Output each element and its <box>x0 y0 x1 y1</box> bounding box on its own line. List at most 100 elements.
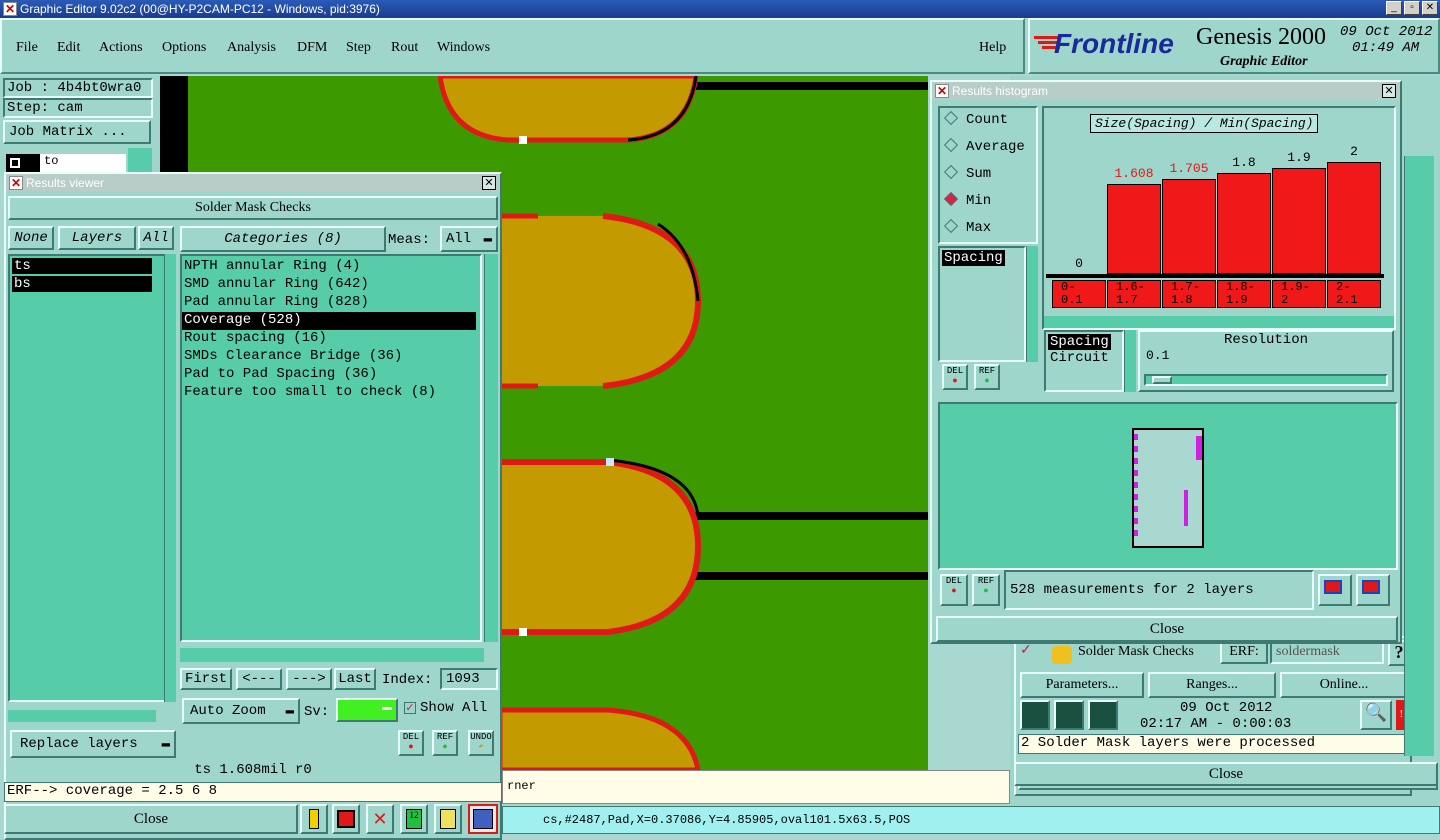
histogram-bar[interactable] <box>1327 162 1381 274</box>
layer-selector[interactable]: to <box>6 154 126 172</box>
histogram-bar[interactable] <box>1217 173 1271 274</box>
meas-value: All <box>446 231 472 247</box>
categories-hscrollbar[interactable] <box>180 648 484 662</box>
histogram-bar[interactable] <box>1162 179 1216 274</box>
maximize-button[interactable]: ▫ <box>1404 1 1420 15</box>
series-scrollbar[interactable] <box>1124 330 1136 392</box>
toolbar-icon-2[interactable] <box>332 804 360 834</box>
meas-dropdown[interactable]: All ▬ <box>440 226 498 252</box>
list-item[interactable]: NPTH annular Ring (4) <box>182 258 480 276</box>
menu-help[interactable]: Help <box>979 40 1006 56</box>
layer-to-field[interactable]: to <box>40 154 126 172</box>
series-list[interactable]: Spacing Circuit <box>1044 330 1124 392</box>
close-window-button[interactable]: ✕ <box>1422 1 1438 15</box>
list-item[interactable]: bs <box>12 276 152 292</box>
list-item-selected[interactable]: Spacing <box>1048 334 1111 350</box>
auto-zoom-label: Auto Zoom <box>190 703 266 719</box>
close-icon[interactable]: ✕ <box>482 176 496 190</box>
auto-zoom-dropdown[interactable]: Auto Zoom ▬ <box>182 698 300 724</box>
none-button[interactable]: None <box>8 226 54 250</box>
del-button[interactable]: DEL ● <box>398 730 424 756</box>
layer-checkbox[interactable] <box>10 158 20 168</box>
layers-button[interactable]: Layers <box>58 226 136 250</box>
expand-icon[interactable] <box>1318 574 1352 606</box>
toolbar-icon-3[interactable]: ✕ <box>366 804 394 834</box>
slider-thumb[interactable] <box>1152 376 1172 384</box>
preview-del-button[interactable]: DEL ● <box>940 574 968 606</box>
zoom-icon[interactable]: 🔍 <box>1360 700 1392 730</box>
list-item[interactable]: Pad annular Ring (828) <box>182 294 480 312</box>
categories-scrollbar[interactable] <box>484 254 498 642</box>
run-icon-2[interactable] <box>1054 700 1084 730</box>
spacing-scrollbar[interactable] <box>1026 246 1038 362</box>
menu-dfm[interactable]: DFM <box>297 40 327 56</box>
job-matrix-button[interactable]: Job Matrix ... <box>3 120 151 144</box>
prev-button[interactable]: <--- <box>236 668 282 690</box>
layers-scrollbar[interactable] <box>164 254 176 702</box>
radio-average[interactable]: Average <box>940 135 1036 162</box>
categories-list[interactable]: NPTH annular Ring (4) SMD annular Ring (… <box>180 254 482 642</box>
parameters-button[interactable]: Parameters... <box>1020 672 1144 698</box>
resolution-slider[interactable] <box>1144 374 1388 386</box>
show-all-checkbox[interactable]: ✓ <box>404 702 416 714</box>
menu-edit[interactable]: Edit <box>57 40 80 56</box>
list-item[interactable]: Circuit <box>1046 350 1122 366</box>
menu-step[interactable]: Step <box>346 40 371 56</box>
toolbar-icon-1[interactable] <box>300 804 328 834</box>
toolbar-icon-6[interactable] <box>468 804 498 834</box>
ranges-button[interactable]: Ranges... <box>1148 672 1276 698</box>
list-item-selected[interactable]: Coverage (528) <box>182 312 476 330</box>
categories-button[interactable]: Categories (8) <box>180 226 386 252</box>
list-item[interactable]: SMDs Clearance Bridge (36) <box>182 348 480 366</box>
list-item[interactable]: Feature too small to check (8) <box>182 384 480 402</box>
undo-button[interactable]: UNDO ↶ <box>468 730 494 756</box>
radio-max[interactable]: Max <box>940 216 1036 243</box>
menu-actions[interactable]: Actions <box>99 40 143 56</box>
next-button[interactable]: ---> <box>286 668 332 690</box>
menu-options[interactable]: Options <box>162 40 206 56</box>
results-close-button[interactable]: Close <box>4 804 298 834</box>
minimize-button[interactable]: _ <box>1386 1 1402 15</box>
list-item[interactable]: Rout spacing (16) <box>182 330 480 348</box>
close-icon[interactable]: ✕ <box>1382 84 1396 98</box>
menu-file[interactable]: File <box>16 40 38 56</box>
preview-ref-button[interactable]: REF ● <box>972 574 1000 606</box>
online-button[interactable]: Online... <box>1280 672 1408 698</box>
radio-min-label: Min <box>966 193 992 209</box>
last-button[interactable]: Last <box>334 668 376 690</box>
spacing-list[interactable]: Spacing <box>938 246 1026 362</box>
index-input[interactable]: 1093 <box>440 668 498 690</box>
histogram-bar[interactable] <box>1107 184 1161 274</box>
all-button[interactable]: All <box>138 226 174 250</box>
toolbar-icon-4[interactable]: 12 <box>400 804 428 834</box>
list-item[interactable]: Pad to Pad Spacing (36) <box>182 366 480 384</box>
chart-hscrollbar[interactable] <box>1044 316 1394 328</box>
menu-analysis[interactable]: Analysis <box>227 40 276 56</box>
sv-color-dropdown[interactable]: ▬ <box>336 698 398 722</box>
menu-windows[interactable]: Windows <box>437 40 490 56</box>
radio-min[interactable]: Min <box>940 189 1036 216</box>
replace-layers-dropdown[interactable]: Replace layers ▬ <box>10 730 176 758</box>
radio-count[interactable]: Count <box>940 108 1036 135</box>
histogram-close-button[interactable]: Close <box>936 616 1398 642</box>
green-dot-icon: ● <box>442 742 448 752</box>
bar-value-label: 1.8 <box>1232 155 1256 170</box>
toolbar-icon-5[interactable] <box>434 804 462 834</box>
right-edge-scroll[interactable] <box>1404 156 1434 756</box>
run-icon-1[interactable] <box>1020 700 1050 730</box>
layers-list[interactable]: ts bs <box>8 254 168 702</box>
hist-ref-button[interactable]: REF ● <box>974 364 1000 390</box>
radio-sum[interactable]: Sum <box>940 162 1036 189</box>
list-item[interactable]: SMD annular Ring (642) <box>182 276 480 294</box>
ref-button[interactable]: REF ● <box>432 730 458 756</box>
layers-hscrollbar[interactable] <box>8 710 156 722</box>
shrink-icon[interactable] <box>1356 574 1390 606</box>
menu-rout[interactable]: Rout <box>391 40 418 56</box>
list-item-selected[interactable]: Spacing <box>942 250 1005 266</box>
list-item[interactable]: ts <box>12 258 152 274</box>
hist-del-button[interactable]: DEL ● <box>942 364 968 390</box>
first-button[interactable]: First <box>180 668 232 690</box>
run-icon-3[interactable] <box>1088 700 1118 730</box>
histogram-bar[interactable] <box>1272 168 1326 274</box>
right-close-button[interactable]: Close <box>1014 762 1438 786</box>
